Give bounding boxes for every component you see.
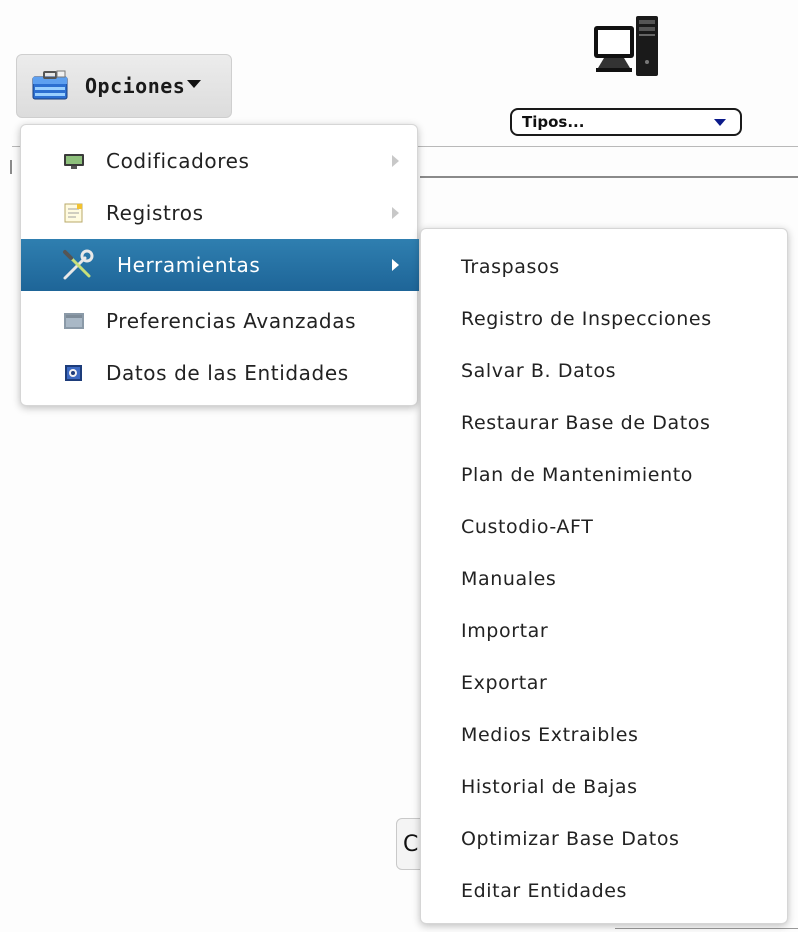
opciones-label: Opciones xyxy=(85,74,186,98)
app-page: C Opciones Tipos... Codificadores Regist… xyxy=(0,0,798,932)
registros-icon xyxy=(64,203,83,223)
background-tick xyxy=(10,160,12,174)
submenu-item-custodio-aft[interactable]: Custodio-AFT xyxy=(461,501,593,553)
background-divider-2 xyxy=(420,176,798,178)
menu-item-label: Datos de las Entidades xyxy=(106,361,349,385)
codificadores-icon xyxy=(64,154,84,169)
submenu-item-importar[interactable]: Importar xyxy=(461,605,548,657)
menu-item-label: Preferencias Avanzadas xyxy=(106,309,357,333)
submenu-item-traspasos[interactable]: Traspasos xyxy=(461,241,560,293)
chevron-down-icon xyxy=(187,80,202,88)
tipos-select[interactable]: Tipos... xyxy=(510,108,742,136)
chevron-right-icon xyxy=(392,259,399,271)
chevron-right-icon xyxy=(392,207,399,219)
tipos-select-value: Tipos... xyxy=(522,113,585,131)
submenu-item-historial-bajas[interactable]: Historial de Bajas xyxy=(461,761,638,813)
submenu-item-plan-mantenimiento[interactable]: Plan de Mantenimiento xyxy=(461,449,693,501)
menu-item-label: Herramientas xyxy=(117,253,261,277)
menu-item-datos-entidades[interactable]: Datos de las Entidades xyxy=(21,347,418,399)
submenu-item-registro-inspecciones[interactable]: Registro de Inspecciones xyxy=(461,293,712,345)
herramientas-submenu: Traspasos Registro de Inspecciones Salva… xyxy=(420,228,788,924)
menu-item-preferencias-avanzadas[interactable]: Preferencias Avanzadas xyxy=(21,295,418,347)
preferences-icon xyxy=(64,313,84,329)
menu-item-label: Codificadores xyxy=(106,149,250,173)
menu-item-herramientas[interactable]: Herramientas xyxy=(21,239,419,291)
tools-icon xyxy=(63,249,94,280)
chevron-down-icon xyxy=(714,118,726,126)
chevron-right-icon xyxy=(392,155,399,167)
submenu-item-editar-entidades[interactable]: Editar Entidades xyxy=(461,865,627,917)
submenu-item-salvar-datos[interactable]: Salvar B. Datos xyxy=(461,345,616,397)
menu-item-label: Registros xyxy=(106,201,204,225)
submenu-item-optimizar-base-datos[interactable]: Optimizar Base Datos xyxy=(461,813,680,865)
computer-icon[interactable] xyxy=(592,14,662,80)
partial-button-label: C xyxy=(403,832,419,857)
submenu-item-manuales[interactable]: Manuales xyxy=(461,553,556,605)
opciones-button[interactable]: Opciones xyxy=(16,54,232,118)
opciones-menu: Codificadores Registros Herramientas Pre… xyxy=(20,124,419,406)
menu-item-codificadores[interactable]: Codificadores xyxy=(21,135,418,187)
menu-item-registros[interactable]: Registros xyxy=(21,187,418,239)
submenu-item-exportar[interactable]: Exportar xyxy=(461,657,547,709)
background-bottom-line xyxy=(615,928,798,929)
submenu-item-restaurar-base-datos[interactable]: Restaurar Base de Datos xyxy=(461,397,711,449)
submenu-item-medios-extraibles[interactable]: Medios Extraibles xyxy=(461,709,639,761)
entities-icon xyxy=(65,365,82,381)
toolbox-icon xyxy=(32,70,68,100)
